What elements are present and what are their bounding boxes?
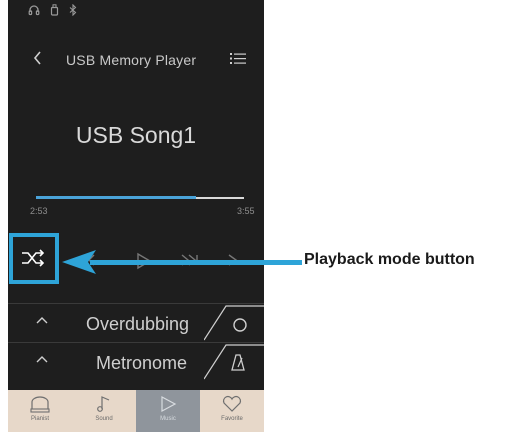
- shuffle-icon: [22, 249, 45, 267]
- callout-arrow-line: [90, 260, 302, 265]
- headphones-icon: [28, 5, 40, 16]
- total-time: 3:55: [237, 206, 255, 216]
- tab-label: Sound: [95, 416, 113, 422]
- chevron-up-icon[interactable]: [36, 316, 48, 324]
- chevron-up-icon[interactable]: [36, 355, 48, 363]
- callout-label: Playback mode button: [304, 251, 475, 268]
- progress-bar[interactable]: [36, 196, 244, 200]
- bluetooth-icon: [69, 4, 77, 16]
- tab-music[interactable]: Music: [136, 390, 200, 432]
- song-list-icon[interactable]: [230, 52, 246, 65]
- overdubbing-panel[interactable]: Overdubbing: [8, 303, 264, 342]
- elapsed-time: 2:53: [30, 206, 48, 216]
- heart-icon: [222, 395, 242, 412]
- metronome-panel[interactable]: Metronome: [8, 342, 264, 381]
- panel-label-metronome: Metronome: [96, 353, 188, 373]
- usb-memory-icon: [50, 4, 59, 16]
- panel-label-overdubbing: Overdubbing: [86, 314, 190, 334]
- tab-favorite[interactable]: Favorite: [200, 390, 264, 432]
- app-header: USB Memory Player: [8, 44, 264, 72]
- callout-arrow-head: [62, 250, 96, 274]
- progress-fill: [36, 196, 197, 199]
- back-chevron-icon[interactable]: [32, 50, 42, 66]
- status-bar: [28, 4, 77, 16]
- bottom-tab-bar: Pianist Sound Music Favorite: [8, 390, 264, 432]
- metronome-icon[interactable]: [230, 354, 246, 372]
- header-title: USB Memory Player: [66, 52, 197, 68]
- tab-label: Favorite: [221, 416, 243, 422]
- piano-icon: [30, 396, 50, 413]
- tab-pianist[interactable]: Pianist: [8, 390, 72, 432]
- music-note-icon: [97, 396, 110, 412]
- tab-label: Pianist: [30, 416, 49, 422]
- play-icon: [161, 395, 177, 413]
- tab-sound[interactable]: Sound: [72, 390, 136, 432]
- device-screen: USB Memory Player USB Song1 2:53 3:55 Ov…: [8, 0, 264, 432]
- tab-label: Music: [160, 416, 176, 422]
- record-circle-icon[interactable]: [232, 317, 248, 333]
- song-title: USB Song1: [75, 122, 197, 148]
- playback-mode-button[interactable]: [9, 233, 59, 284]
